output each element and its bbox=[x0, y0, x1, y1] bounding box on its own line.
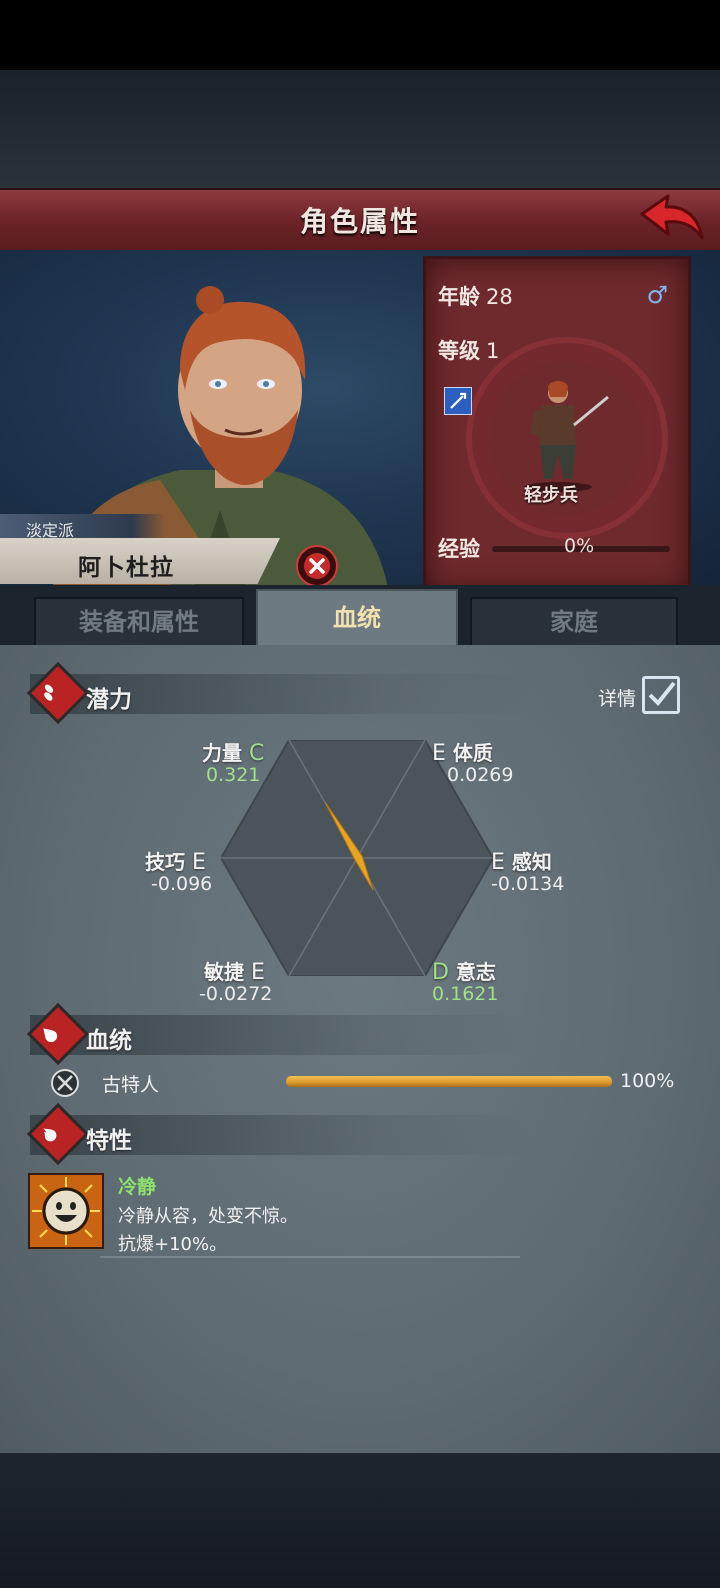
smiley-face-icon bbox=[32, 1177, 100, 1245]
age-value: 28 bbox=[486, 285, 513, 309]
checkmark-icon bbox=[648, 681, 676, 706]
attr-constitution: E 体质 bbox=[432, 737, 493, 766]
attr-will-value: 0.1621 bbox=[432, 983, 499, 1005]
dismiss-button[interactable] bbox=[296, 545, 338, 587]
unit-figure bbox=[524, 381, 609, 492]
trait-description-line1: 冷静从容，处变不惊。 bbox=[118, 1206, 298, 1227]
attr-will: D 意志 bbox=[432, 956, 496, 985]
attr-agility-name: 敏捷 bbox=[204, 960, 244, 984]
title-bar: 角色属性 bbox=[0, 188, 720, 253]
lineage-name: 古特人 bbox=[102, 1074, 160, 1096]
potential-title: 潜力 bbox=[86, 687, 132, 713]
attr-technique-grade: E bbox=[191, 850, 206, 875]
lineage-item: 古特人 100% bbox=[50, 1066, 690, 1100]
upper-background bbox=[0, 70, 720, 190]
attr-perception-grade: E bbox=[491, 850, 505, 875]
lineage-section-header: 血统 bbox=[26, 1002, 530, 1066]
attr-constitution-value: 0.0269 bbox=[447, 764, 514, 786]
close-icon bbox=[304, 553, 330, 579]
trait-divider bbox=[100, 1256, 520, 1258]
attr-constitution-grade: E bbox=[432, 741, 446, 766]
level-label: 等级 bbox=[438, 339, 480, 363]
back-arrow-icon bbox=[640, 194, 704, 240]
attr-strength-grade: C bbox=[248, 741, 265, 766]
trait-name: 冷静 bbox=[118, 1176, 157, 1198]
attr-will-grade: D bbox=[432, 960, 449, 985]
attr-agility: 敏捷 E bbox=[204, 956, 265, 985]
crossed-axes-icon bbox=[51, 1069, 79, 1097]
attr-technique-name: 技巧 bbox=[145, 850, 185, 874]
attr-strength-name: 力量 bbox=[202, 741, 242, 765]
level-value: 1 bbox=[486, 339, 500, 363]
faction-label: 淡定派 bbox=[26, 521, 75, 540]
exp-value: 0% bbox=[564, 535, 595, 557]
attr-constitution-name: 体质 bbox=[452, 741, 493, 765]
potential-section-header: 潜力 bbox=[26, 661, 530, 725]
lineage-percent: 100% bbox=[620, 1070, 675, 1092]
attr-perception-name: 感知 bbox=[511, 850, 552, 874]
male-gender-icon: ♂ bbox=[646, 281, 668, 309]
tab-family[interactable]: 家庭 bbox=[470, 597, 678, 651]
attr-perception-value: -0.0134 bbox=[491, 873, 565, 895]
tab-bar: 装备和属性 血统 家庭 bbox=[0, 585, 720, 651]
sword-icon bbox=[450, 392, 467, 409]
stat-card: 年龄 28 ♂ 等级 1 轻步兵 经验 0% bbox=[423, 256, 691, 594]
traits-section-header: 特性 bbox=[26, 1102, 530, 1166]
unit-type-label: 轻步兵 bbox=[524, 485, 578, 506]
weapon-class-icon bbox=[444, 387, 472, 415]
detail-label: 详情 bbox=[597, 688, 636, 710]
attr-technique-value: -0.096 bbox=[151, 873, 213, 895]
detail-checkbox[interactable] bbox=[642, 676, 680, 714]
attr-agility-grade: E bbox=[250, 960, 265, 985]
trait-description-line2: 抗爆+10%。 bbox=[118, 1234, 228, 1255]
faction-tag: 淡定派 bbox=[0, 514, 165, 540]
tab-lineage[interactable]: 血统 bbox=[256, 589, 458, 651]
character-name[interactable]: 阿卜杜拉 bbox=[78, 548, 174, 582]
age-label: 年龄 bbox=[438, 285, 480, 309]
lower-background bbox=[0, 1453, 720, 1588]
level-row: 等级 1 bbox=[438, 335, 499, 365]
age-row: 年龄 28 bbox=[438, 281, 513, 311]
lineage-title: 血统 bbox=[86, 1028, 132, 1054]
exp-label: 经验 bbox=[438, 537, 480, 561]
attr-will-name: 意志 bbox=[455, 960, 496, 984]
tab-equipment[interactable]: 装备和属性 bbox=[34, 597, 244, 651]
attr-technique: 技巧 E bbox=[145, 846, 206, 875]
attr-agility-value: -0.0272 bbox=[199, 983, 273, 1005]
back-button[interactable] bbox=[638, 192, 706, 246]
traits-title: 特性 bbox=[86, 1128, 132, 1154]
attr-strength: 力量 C bbox=[202, 737, 264, 766]
lineage-bar bbox=[286, 1076, 612, 1087]
page-title: 角色属性 bbox=[299, 205, 420, 238]
calm-trait-icon[interactable] bbox=[28, 1173, 104, 1249]
attr-strength-value: 0.321 bbox=[206, 764, 261, 786]
attr-perception: E 感知 bbox=[491, 846, 552, 875]
status-bar-area bbox=[0, 0, 720, 70]
